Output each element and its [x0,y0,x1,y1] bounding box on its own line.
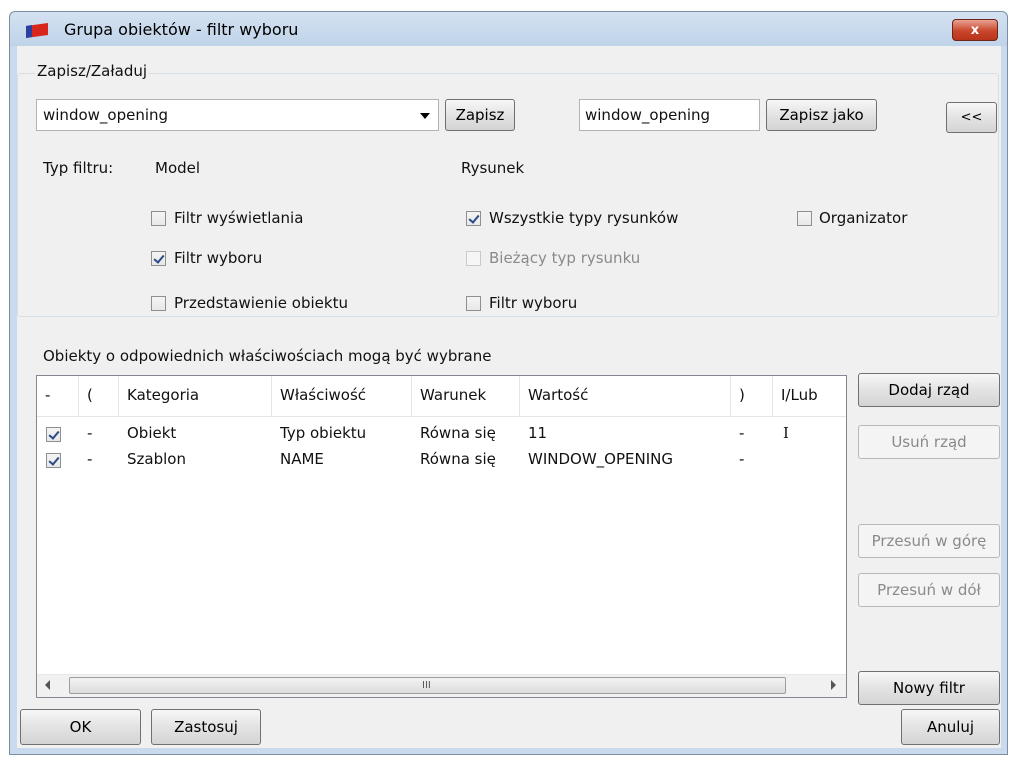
model-section-label: Model [155,159,201,177]
row-enabled-checkbox[interactable] [46,427,61,442]
row-open-paren: - [87,424,93,442]
save-as-name-input[interactable]: window_opening [579,99,760,131]
drawing-selection-filter-label: Filtr wyboru [489,294,578,312]
move-up-button-label: Przesuń w górę [871,532,987,550]
save-as-button-label: Zapisz jako [779,106,864,124]
filter-select[interactable]: window_opening [36,99,439,131]
row-category: Obiekt [127,424,177,442]
row-condition: Równa się [420,450,496,468]
organizer-checkbox[interactable] [797,211,812,226]
column-header-and-or[interactable]: I/Lub [773,376,846,416]
new-filter-button-label: Nowy filtr [893,679,965,697]
save-button-label: Zapisz [455,106,505,124]
apply-button[interactable]: Zastosuj [151,709,261,745]
move-down-button-label: Przesuń w dół [877,581,981,599]
column-header-open-paren[interactable]: ( [79,376,119,416]
add-row-button-label: Dodaj rząd [888,381,970,399]
row-and-or: I [783,424,789,442]
chevron-down-icon [420,113,430,119]
move-up-button: Przesuń w górę [858,524,1000,558]
column-header-select[interactable]: - [37,376,79,416]
apply-button-label: Zastosuj [174,718,238,736]
object-representation-label: Przedstawienie obiektu [174,294,348,312]
close-button[interactable]: x [952,19,998,41]
save-button[interactable]: Zapisz [445,99,515,131]
column-header-close-paren[interactable]: ) [731,376,773,416]
column-header-condition[interactable]: Warunek [412,376,520,416]
table-row[interactable]: - Szablon NAME Równa się WINDOW_OPENING … [37,450,846,476]
object-representation-checkbox[interactable] [151,296,166,311]
current-drawing-type-label: Bieżący typ rysunku [489,249,641,267]
rules-grid[interactable]: - ( Kategoria Właściwość Warunek Wartość… [36,375,847,698]
row-category: Szablon [127,450,186,468]
current-drawing-type-checkbox [466,251,481,266]
all-drawing-types-label: Wszystkie typy rysunków [489,209,679,227]
window-title: Grupa obiektów - filtr wyboru [64,20,299,39]
filter-select-value: window_opening [43,106,169,124]
remove-row-button: Usuń rząd [858,425,1000,459]
row-property: NAME [280,450,324,468]
model-selection-filter-checkbox[interactable] [151,251,166,266]
display-filter-label: Filtr wyświetlania [174,209,304,227]
new-filter-button[interactable]: Nowy filtr [858,671,1000,705]
save-as-button[interactable]: Zapisz jako [766,99,877,131]
row-enabled-checkbox[interactable] [46,453,61,468]
save-load-group-label: Zapisz/Załaduj [35,62,150,80]
move-down-button: Przesuń w dół [858,573,1000,607]
dialog-client: Zapisz/Załaduj window_opening Zapisz win… [17,46,1001,748]
row-value: 11 [528,424,548,442]
title-bar[interactable]: Grupa obiektów - filtr wyboru x [10,12,1007,46]
all-drawing-types-checkbox[interactable] [466,211,481,226]
drawing-selection-filter-checkbox[interactable] [466,296,481,311]
scrollbar-grip-icon: III [422,680,431,691]
scroll-right-icon[interactable] [831,680,836,690]
drawing-section-label: Rysunek [461,159,525,177]
close-icon: x [970,22,980,38]
scrollbar-thumb[interactable]: III [69,677,786,694]
row-property: Typ obiektu [280,424,367,442]
collapse-icon: << [960,110,983,125]
dialog-window: Grupa obiektów - filtr wyboru x Zapisz/Z… [9,11,1008,755]
filter-type-label: Typ filtru: [43,159,114,177]
ok-button[interactable]: OK [20,709,141,745]
app-icon [26,23,48,38]
scroll-left-icon[interactable] [45,680,50,690]
row-condition: Równa się [420,424,496,442]
ok-button-label: OK [69,718,92,736]
collapse-button[interactable]: << [946,102,997,133]
column-header-property[interactable]: Właściwość [272,376,412,416]
rules-grid-header: - ( Kategoria Właściwość Warunek Wartość… [37,376,846,417]
horizontal-scrollbar[interactable]: III [37,674,846,697]
display-filter-checkbox[interactable] [151,211,166,226]
column-header-value[interactable]: Wartość [520,376,731,416]
row-open-paren: - [87,450,93,468]
column-header-category[interactable]: Kategoria [119,376,272,416]
model-selection-filter-label: Filtr wyboru [174,249,263,267]
row-close-paren: - [739,450,745,468]
organizer-label: Organizator [819,209,908,227]
rules-caption: Obiekty o odpowiednich właściwościach mo… [43,347,492,365]
row-close-paren: - [739,424,745,442]
table-row[interactable]: - Obiekt Typ obiektu Równa się 11 - I [37,424,846,450]
cancel-button-label: Anuluj [926,718,975,736]
remove-row-button-label: Usuń rząd [891,433,967,451]
cancel-button[interactable]: Anuluj [901,709,1000,745]
row-value: WINDOW_OPENING [528,450,673,468]
add-row-button[interactable]: Dodaj rząd [858,373,1000,407]
